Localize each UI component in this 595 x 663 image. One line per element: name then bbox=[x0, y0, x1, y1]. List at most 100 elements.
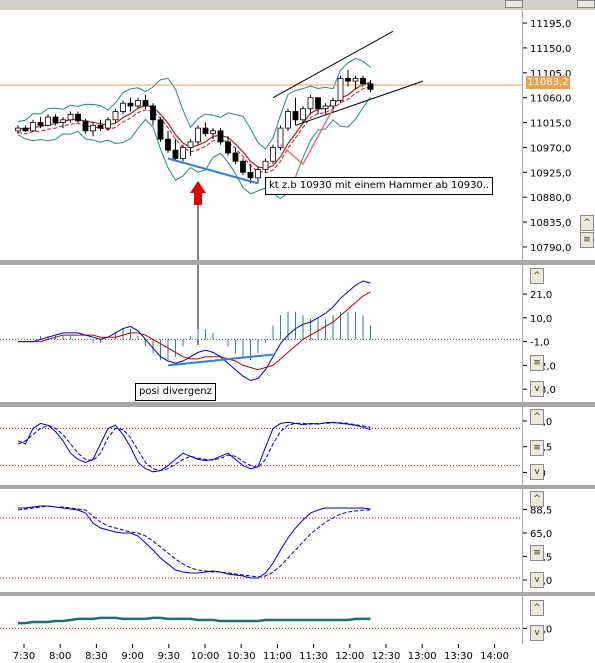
stoch1-panel-bg bbox=[0, 407, 522, 485]
candle-body bbox=[105, 119, 111, 129]
macd-scroll-menu-button[interactable]: ≡ bbox=[530, 355, 544, 371]
price-scroll-menu-button[interactable]: ≡ bbox=[580, 232, 594, 248]
candle-body bbox=[285, 111, 291, 129]
candle-body bbox=[255, 169, 261, 179]
candle-body bbox=[67, 113, 74, 121]
candle-body bbox=[217, 130, 224, 143]
candle-body bbox=[157, 119, 164, 140]
time-tick-label: 12:00 bbox=[335, 651, 364, 662]
stoch2-scroll-menu-button[interactable]: ≡ bbox=[530, 545, 544, 561]
time-tick-label: 14:00 bbox=[480, 651, 509, 662]
price-scroll-up-button[interactable]: ^ bbox=[580, 215, 594, 231]
price-axis-tick-label: 11150,0 bbox=[530, 44, 571, 55]
price-axis-tick-label: 11060,0 bbox=[530, 94, 571, 105]
candle-body bbox=[322, 105, 329, 110]
price-axis-tick-label: 10880,0 bbox=[530, 193, 571, 204]
candle-body bbox=[337, 77, 344, 101]
candle-body bbox=[15, 127, 21, 132]
vol-scroll-down-button[interactable]: v bbox=[530, 625, 544, 641]
time-tick-label: 13:00 bbox=[408, 651, 437, 662]
candle-body bbox=[195, 127, 201, 143]
window-restore-button[interactable] bbox=[505, 0, 523, 8]
candle-body bbox=[30, 122, 36, 132]
chart-canvas: 11195,011150,011105,011060,011015,010970… bbox=[0, 10, 595, 663]
window-close-button[interactable] bbox=[577, 0, 595, 8]
stoch1-scroll-up-button[interactable]: ^ bbox=[530, 409, 544, 425]
time-tick-label: 7:30 bbox=[13, 651, 35, 662]
candle-body bbox=[60, 119, 66, 123]
price-annotation-box: kt z.b 10930 mit einem Hammer ab 10930.. bbox=[265, 177, 494, 195]
macd-axis-tick-label: -1,0 bbox=[530, 338, 550, 349]
candle-body bbox=[187, 141, 194, 148]
candle-body bbox=[292, 111, 299, 121]
price-axis-tick-label: 10970,0 bbox=[530, 143, 571, 154]
separator-1 bbox=[0, 260, 595, 265]
time-tick-label: 11:30 bbox=[299, 651, 328, 662]
stoch1-scroll-down-button[interactable]: v bbox=[530, 464, 544, 480]
stoch2-axis-tick-label: 88,5 bbox=[530, 506, 552, 517]
time-tick-label: 13:30 bbox=[444, 651, 473, 662]
separator-3 bbox=[0, 485, 595, 489]
candle-body bbox=[352, 77, 359, 82]
candle-body bbox=[165, 138, 171, 151]
time-tick-label: 8:30 bbox=[85, 651, 107, 662]
candle-body bbox=[127, 102, 134, 107]
candle-body bbox=[150, 105, 156, 121]
candle-body bbox=[180, 147, 186, 159]
separator-4 bbox=[0, 592, 595, 596]
candle-body bbox=[345, 77, 351, 82]
separator-2 bbox=[0, 402, 595, 407]
price-axis-tick-label: 10925,0 bbox=[530, 168, 571, 179]
time-tick-label: 11:00 bbox=[263, 651, 292, 662]
macd-axis-tick-label: 10,0 bbox=[530, 314, 552, 325]
candle-body bbox=[247, 171, 254, 179]
candle-body bbox=[307, 97, 314, 110]
time-tick-label: 10:30 bbox=[227, 651, 256, 662]
candle-body bbox=[90, 124, 96, 132]
macd-annotation-box: posi divergenz bbox=[135, 383, 216, 401]
price-panel-bg bbox=[0, 10, 522, 260]
candle-body bbox=[120, 102, 126, 112]
time-tick-label: 12:30 bbox=[372, 651, 401, 662]
price-axis-tick-label: 10790,0 bbox=[530, 243, 571, 254]
candle-body bbox=[262, 160, 269, 170]
candle-body bbox=[330, 100, 336, 107]
candle-body bbox=[22, 127, 29, 132]
candle-body bbox=[37, 122, 44, 126]
candle-body bbox=[270, 147, 276, 162]
stoch1-scroll-menu-button[interactable]: ≡ bbox=[530, 440, 544, 456]
time-tick-label: 9:30 bbox=[158, 651, 180, 662]
price-axis-tick-label: 11015,0 bbox=[530, 119, 571, 130]
candle-body bbox=[240, 160, 246, 173]
current-price-label: 11083,2 bbox=[526, 76, 570, 89]
stoch2-scroll-up-button[interactable]: ^ bbox=[530, 491, 544, 507]
candle-body bbox=[172, 149, 179, 159]
candle-body bbox=[210, 130, 216, 135]
price-axis-tick-label: 10835,0 bbox=[530, 218, 571, 229]
vol-scroll-up-button[interactable]: ^ bbox=[530, 600, 544, 616]
time-tick-label: 9:00 bbox=[121, 651, 143, 662]
candle-body bbox=[135, 100, 141, 107]
time-tick-label: 10:00 bbox=[191, 651, 220, 662]
candle-body bbox=[360, 77, 366, 85]
macd-scroll-up-button[interactable]: ^ bbox=[530, 268, 544, 284]
price-axis-tick-label: 11195,0 bbox=[530, 19, 571, 30]
candle-body bbox=[315, 97, 321, 110]
candle-body bbox=[45, 116, 51, 126]
candle-body bbox=[232, 152, 239, 162]
candle-body bbox=[367, 83, 374, 90]
macd-axis-tick-label: 21,0 bbox=[530, 290, 552, 301]
candle-body bbox=[75, 113, 81, 122]
time-tick-label: 8:00 bbox=[49, 651, 71, 662]
candle-body bbox=[97, 124, 104, 129]
candle-body bbox=[82, 120, 89, 132]
macd-scroll-down-button[interactable]: v bbox=[530, 381, 544, 397]
stoch2-axis-tick-label: 65,0 bbox=[530, 529, 552, 540]
candle-body bbox=[112, 111, 119, 121]
axis-divider bbox=[522, 10, 523, 644]
stoch2-scroll-down-button[interactable]: v bbox=[530, 572, 544, 588]
candle-body bbox=[277, 127, 284, 148]
candle-body bbox=[300, 108, 306, 121]
candle-body bbox=[52, 116, 59, 123]
candle-body bbox=[142, 100, 149, 107]
